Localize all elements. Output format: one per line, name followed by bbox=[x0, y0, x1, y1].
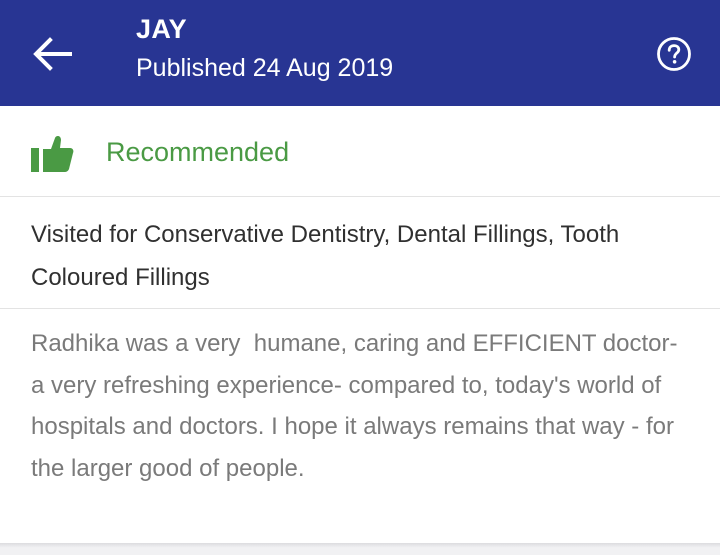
visited-for-section: Visited for Conservative Dentistry, Dent… bbox=[0, 197, 720, 309]
review-text: Radhika was a very humane, caring and EF… bbox=[31, 330, 685, 482]
review-section: Radhika was a very humane, caring and EF… bbox=[0, 309, 720, 545]
recommendation-row: Recommended bbox=[0, 106, 720, 197]
review-detail-screen: JAY Published 24 Aug 2019 Recommended Vi… bbox=[0, 0, 720, 555]
help-button[interactable] bbox=[656, 36, 692, 72]
back-button[interactable] bbox=[30, 34, 76, 74]
published-date: Published 24 Aug 2019 bbox=[136, 54, 394, 82]
card-bottom-shadow bbox=[0, 543, 720, 555]
thumbs-up-icon bbox=[31, 134, 75, 174]
app-bar: JAY Published 24 Aug 2019 bbox=[0, 0, 720, 106]
reviewer-name: JAY bbox=[136, 14, 187, 44]
help-circle-icon bbox=[657, 37, 691, 71]
arrow-left-icon bbox=[33, 37, 72, 71]
recommended-label: Recommended bbox=[106, 137, 290, 167]
visited-for-text: Visited for Conservative Dentistry, Dent… bbox=[31, 221, 620, 291]
